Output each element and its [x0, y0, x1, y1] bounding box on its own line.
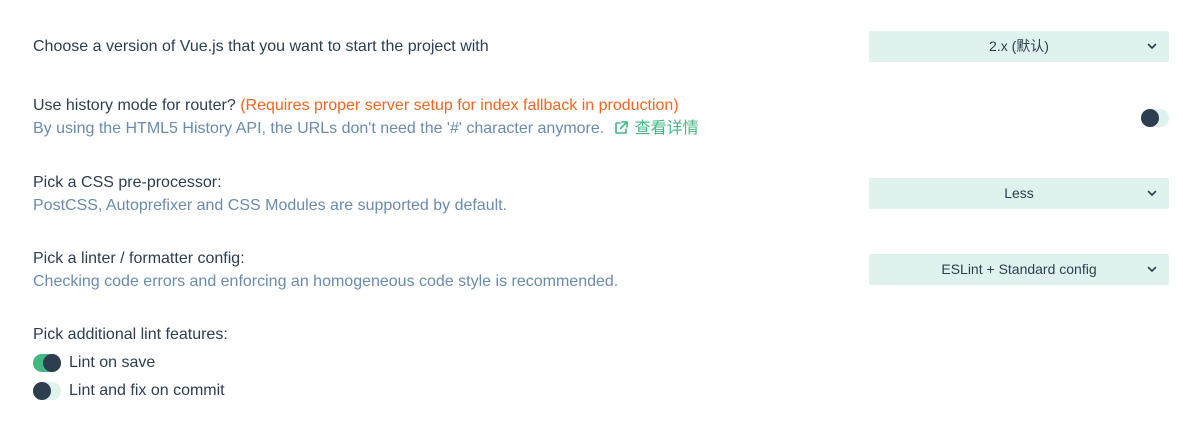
lint-option-row[interactable]: Lint on save	[33, 354, 155, 372]
linter-selected: ESLint + Standard config	[941, 261, 1097, 277]
toggle-knob	[1141, 109, 1159, 127]
vue-version-select[interactable]: 2.x (默认)	[869, 31, 1169, 62]
lint-on-save-label: Lint on save	[69, 354, 156, 371]
external-link-icon	[614, 121, 628, 134]
history-mode-warning: (Requires proper server setup for index …	[240, 97, 679, 114]
lint-on-save-toggle[interactable]	[33, 354, 61, 372]
chevron-down-icon	[1147, 266, 1157, 272]
lint-fix-on-commit-toggle[interactable]	[33, 382, 61, 400]
chevron-down-icon	[1147, 190, 1157, 196]
history-mode-row: Use history mode for router? (Requires p…	[33, 96, 1169, 139]
linter-select[interactable]: ESLint + Standard config	[869, 254, 1169, 285]
css-preprocessor-select[interactable]: Less	[869, 178, 1169, 209]
history-mode-toggle[interactable]	[1141, 109, 1169, 127]
chevron-down-icon	[1147, 43, 1157, 49]
lint-fix-on-commit-label: Lint and fix on commit	[69, 382, 225, 399]
history-mode-details-link[interactable]: 查看详情	[613, 120, 699, 137]
vue-version-selected: 2.x (默认)	[989, 38, 1049, 54]
css-preprocessor-selected: Less	[1004, 185, 1034, 201]
history-mode-description-line: By using the HTML5 History API, the URLs…	[33, 119, 1169, 139]
toggle-knob	[43, 354, 61, 372]
lint-features-row: Pick additional lint features:	[33, 325, 1169, 345]
lint-option-row[interactable]: Lint and fix on commit	[33, 382, 225, 400]
lint-features-label: Pick additional lint features:	[33, 326, 228, 343]
toggle-knob	[33, 382, 51, 400]
history-mode-description: By using the HTML5 History API, the URLs…	[33, 120, 605, 137]
history-mode-title: Use history mode for router? (Requires p…	[33, 96, 1169, 116]
history-mode-label: Use history mode for router?	[33, 97, 236, 114]
history-mode-details-text: 查看详情	[634, 120, 699, 137]
